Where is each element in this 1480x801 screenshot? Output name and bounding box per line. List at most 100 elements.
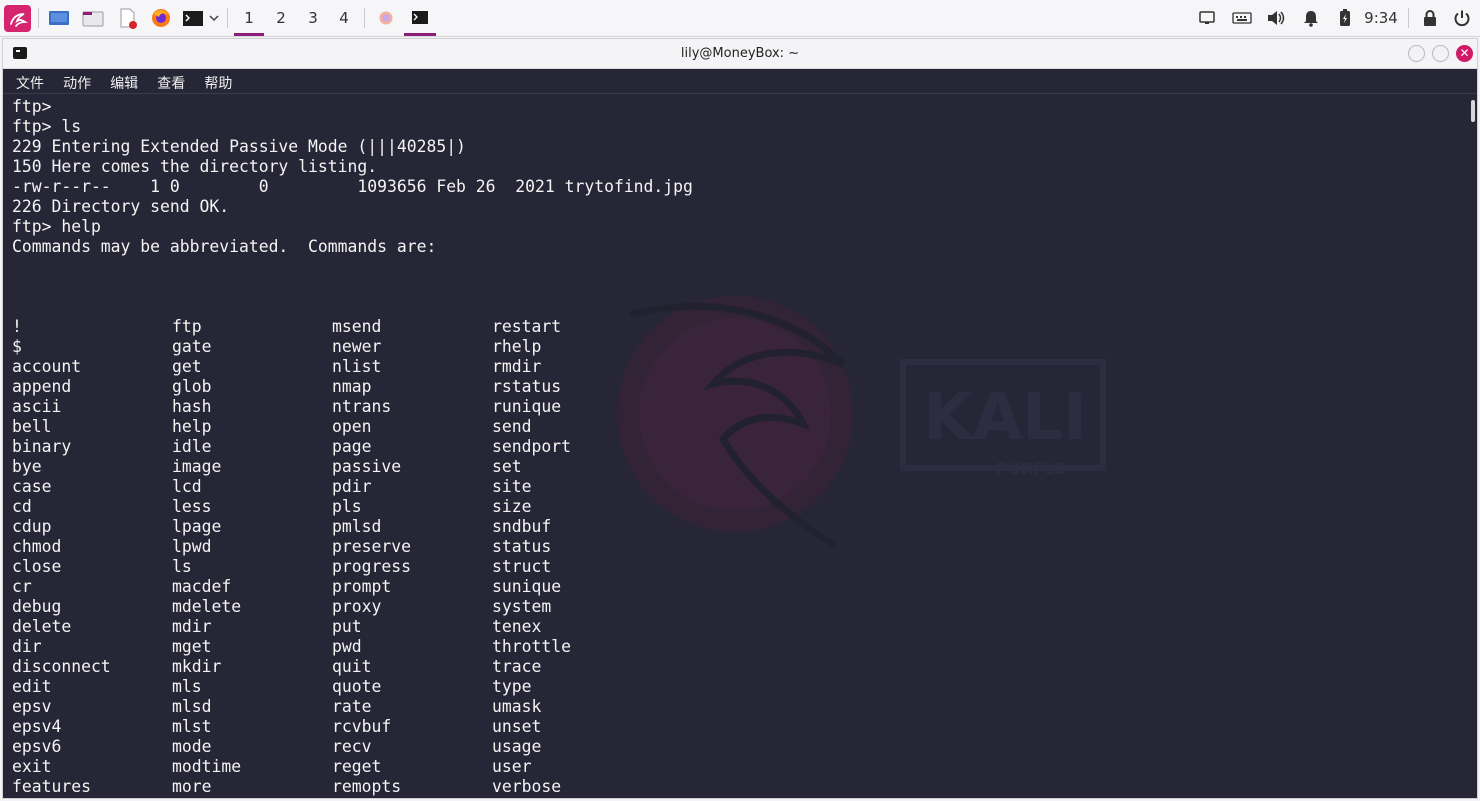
command-row: cdup lpage pmlsd sndbuf [12,517,652,537]
command-name: type [492,677,532,696]
command-row: bye image passive set [12,457,652,477]
command-name: throttle [492,637,571,656]
task-terminal[interactable] [404,0,436,36]
workspace-1[interactable]: 1 [234,0,264,36]
command-name: msend [332,317,382,336]
window-title: lily@MoneyBox: ~ [680,46,800,61]
command-row: cd less pls size [12,497,652,517]
terminal-scrollbar[interactable] [1471,100,1475,122]
command-row: ascii hash ntrans runique [12,397,652,417]
lock-screen-button[interactable] [1416,0,1444,36]
menu-actions[interactable]: 动作 [63,69,91,93]
command-name: disconnect [12,657,111,676]
command-row: chmod lpwd preserve status [12,537,652,557]
command-name: less [172,497,212,516]
command-name: proxy [332,597,382,616]
command-name: nmap [332,377,372,396]
command-name: usage [492,737,542,756]
command-name: help [172,417,212,436]
menu-view[interactable]: 查看 [157,69,185,93]
terminal-line: ftp> [12,97,52,116]
command-name: preserve [332,537,411,556]
terminal-line: Commands may be abbreviated. Commands ar… [12,237,437,256]
command-row: $ gate newer rhelp [12,337,652,357]
command-name: cdup [12,517,52,536]
display-tray-button[interactable] [1193,0,1221,36]
command-name: status [492,537,552,556]
terminal-launcher-button[interactable] [180,0,206,36]
terminal-line: -rw-r--r-- 1 0 0 1093656 Feb 26 2021 try… [12,177,693,196]
task-firefox[interactable] [370,0,402,36]
command-name: fget [12,797,172,798]
kali-dragon-icon [9,12,28,27]
command-name: mget [172,637,212,656]
command-name: glob [172,377,212,396]
menu-file[interactable]: 文件 [16,69,44,93]
workspace-2[interactable]: 2 [266,0,296,36]
command-name: lpwd [172,537,212,556]
command-name: sendport [492,437,571,456]
command-name: prompt [332,577,392,596]
command-name: features [12,777,91,796]
command-row: exit modtime reget user [12,757,652,777]
battery-charging-icon [1340,9,1350,26]
command-name: rename [332,797,492,798]
workspace-3[interactable]: 3 [298,0,328,36]
menu-bar: 文件 动作 编辑 查看 帮助 [3,69,1477,94]
firefox-button[interactable] [148,0,174,36]
command-name: get [172,357,202,376]
volume-tray-button[interactable] [1262,0,1290,36]
command-name: mdir [172,617,212,636]
terminal-output-area[interactable]: KALI PURPLE ftp> ftp> ls 229 Entering Exte… [3,94,1477,798]
command-row: cr macdef prompt sunique [12,577,652,597]
keyboard-tray-button[interactable] [1228,0,1256,36]
command-name: page [332,437,372,456]
show-desktop-button[interactable] [46,0,72,36]
command-name: ascii [12,397,62,416]
menu-edit[interactable]: 编辑 [110,69,138,93]
command-name: ntrans [332,397,392,416]
kali-menu-button[interactable] [4,5,31,32]
command-name: xferbuf [492,797,652,798]
command-name: epsv [12,697,52,716]
command-name: modtime [172,757,242,776]
command-name: cr [12,577,32,596]
wallpaper-logo-subtext: PURPLE [996,459,1066,478]
command-name: rmdir [492,357,542,376]
command-row: ! ftp msend restart [12,317,652,337]
close-button[interactable]: ✕ [1456,45,1473,62]
file-manager-button[interactable] [80,0,106,36]
minimize-button[interactable] [1408,45,1425,62]
terminal-line: ftp> ls [12,117,82,136]
command-name: put [332,617,362,636]
command-name: set [492,457,522,476]
command-row: epsv4 mlst rcvbuf unset [12,717,652,737]
battery-tray-button[interactable] [1331,0,1359,36]
command-name: tenex [492,617,542,636]
power-icon [1454,10,1470,27]
command-name: unset [492,717,542,736]
command-name: mdelete [172,597,242,616]
clock[interactable]: 9:34 [1361,0,1401,36]
command-name: lcd [172,477,202,496]
command-name: append [12,377,72,396]
workspace-4[interactable]: 4 [329,0,359,36]
command-name: remopts [332,777,402,796]
command-row: disconnect mkdir quit trace [12,657,652,677]
volume-icon [1268,11,1285,25]
menu-help[interactable]: 帮助 [204,69,232,93]
command-name: send [492,417,532,436]
text-editor-button[interactable] [114,0,140,36]
bell-icon [1304,11,1318,27]
terminal-dropdown-button[interactable] [206,0,222,36]
keyboard-icon [1232,12,1252,24]
notifications-tray-button[interactable] [1297,0,1325,36]
window-titlebar[interactable]: lily@MoneyBox: ~ ✕ [3,39,1477,69]
lock-icon [1424,10,1436,26]
ftp-command-list: ! ftp msend restart $ gate newer rhelp account ge… [12,317,652,798]
power-button[interactable] [1448,0,1476,36]
command-name: rhelp [492,337,542,356]
maximize-button[interactable] [1432,45,1449,62]
terminal-window: lily@MoneyBox: ~ ✕ 文件 动作 编辑 查看 帮助 KALI P… [2,38,1478,799]
